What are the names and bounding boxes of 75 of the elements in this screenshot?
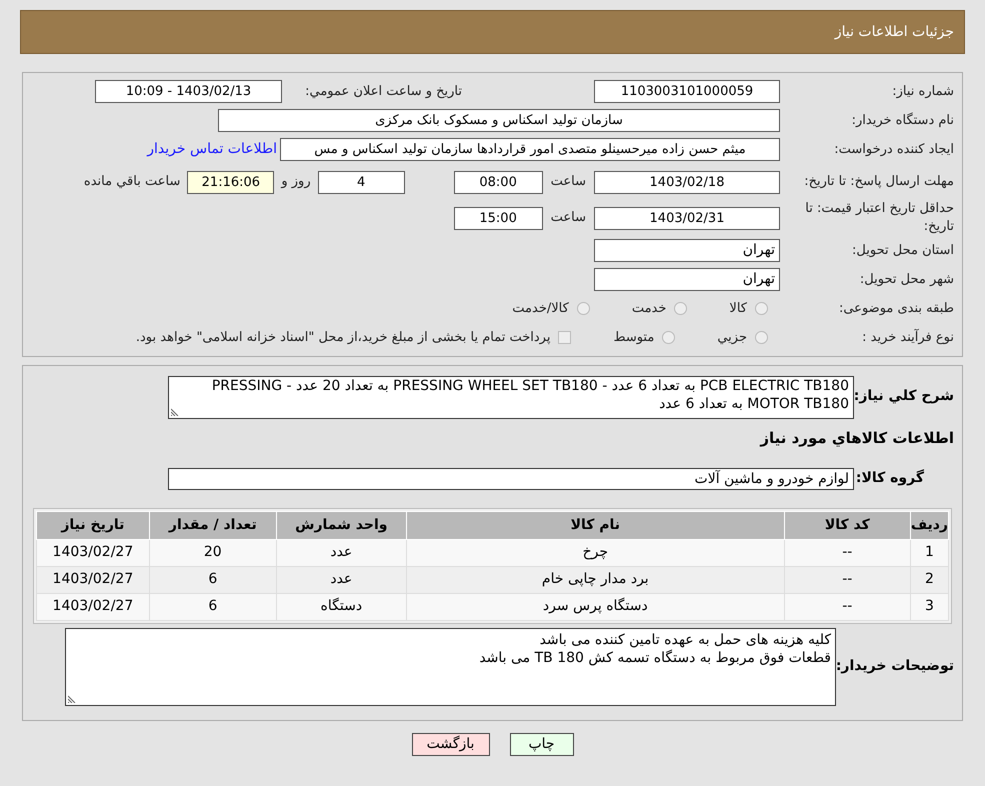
table-cell: 1403/02/27: [36, 566, 150, 593]
table-cell: 1403/02/27: [36, 593, 150, 620]
table-cell: --: [784, 539, 910, 566]
field-label: مهلت ارسال پاسخ: تا تاریخ:: [803, 173, 954, 191]
validity-date-field[interactable]: 1403/02/31: [594, 206, 780, 230]
field-label: نام دستگاه خریدار:: [850, 112, 954, 130]
resize-grip-icon[interactable]: [171, 408, 179, 416]
buyer-org-field[interactable]: سازمان تولید اسکناس و مسکوک بانک مرکزی: [218, 109, 780, 132]
table-cell: برد مدار چاپی خام: [406, 566, 784, 593]
field-label: ساعت باقي مانده: [84, 173, 180, 191]
summary-textarea[interactable]: PCB ELECTRIC TB180 به تعداد 6 عدد - PRESSING WHEEL SET TB180 به تعداد 20 عدد - PRESSING MOTOR TB180 به تعداد 6 عدد: [168, 376, 854, 419]
table-cell: عدد: [276, 539, 406, 566]
column-header: تعداد / مقدار: [149, 511, 276, 539]
field-label: جزيي: [717, 328, 747, 346]
table-cell: 3: [910, 593, 948, 620]
buyer-notes-label: توضیحات خریدار:: [836, 657, 954, 676]
table-cell: دستگاه: [276, 593, 406, 620]
field-label: كالا/خدمت: [512, 300, 569, 318]
radio-button[interactable]: [662, 331, 676, 344]
table-cell: 1: [910, 539, 948, 566]
table-cell: 2: [910, 566, 948, 593]
summary-label: شرح کلي نیاز:: [854, 387, 954, 406]
table-cell: 6: [149, 593, 276, 620]
table-cell: 1403/02/27: [36, 539, 150, 566]
table-cell: 6: [149, 566, 276, 593]
deadline-time-field[interactable]: 08:00: [454, 170, 543, 194]
goods-group-field[interactable]: لوازم خودرو و ماشین آلات: [168, 468, 854, 490]
table-cell: چرخ: [406, 539, 784, 566]
field-label: تاريخ و ساعت اعلان عمومي:: [304, 82, 462, 100]
days-field[interactable]: 4: [318, 170, 405, 194]
column-header: تاریخ نیاز: [36, 511, 150, 539]
field-label: ایجاد کننده درخواست:: [833, 140, 954, 158]
page-title: جزئیات اطلاعات نیاز: [834, 22, 954, 42]
remaining-time-field[interactable]: 21:16:06: [187, 170, 274, 194]
table-cell: --: [784, 566, 910, 593]
field-label: روز و: [281, 173, 311, 191]
buyer-contact-link[interactable]: اطلاعات تماس خریدار: [147, 139, 277, 160]
checkbox[interactable]: [558, 331, 572, 344]
table-cell: عدد: [276, 566, 406, 593]
table-cell: دستگاه پرس سرد: [406, 593, 784, 620]
goods-heading: اطلاعات کالاهاي مورد نیاز: [758, 428, 954, 449]
column-header: واحد شمارش: [276, 511, 406, 539]
deadline-date-field[interactable]: 1403/02/18: [594, 170, 780, 194]
radio-button[interactable]: [755, 302, 768, 315]
field-label: استان محل تحویل:: [851, 242, 954, 260]
back-button[interactable]: بازگشت: [412, 732, 490, 756]
announce-date-field[interactable]: 1403/02/13 - 10:09: [95, 80, 282, 103]
radio-button[interactable]: [755, 331, 768, 344]
field-label: متوسط: [613, 328, 654, 346]
column-header: کد کالا: [784, 511, 910, 539]
resize-grip-icon[interactable]: [68, 694, 76, 702]
need-number-field[interactable]: 1103003101000059: [594, 80, 780, 103]
field-label: طبقه بندی موضوعی:: [838, 300, 954, 318]
province-field[interactable]: تهران: [594, 239, 780, 262]
field-label: خدمت: [632, 300, 666, 318]
field-label: شهر محل تحویل:: [858, 270, 954, 288]
buyer-notes-textarea[interactable]: کلیه هزینه های حمل به عهده تامین کننده می باشد قطعات فوق مربوط به دستگاه تسمه کش TB 180 می باشد: [65, 628, 836, 706]
goods-group-label: گروه کالا:: [854, 468, 925, 488]
radio-button[interactable]: [576, 302, 590, 315]
column-header: نام کالا: [406, 511, 784, 539]
requester-field[interactable]: میثم حسن زاده میرحسینلو متصدی امور قراردادها سازمان تولید اسکناس و مس: [280, 138, 780, 161]
field-label: پرداخت تمام یا بخشی از مبلغ خرید،از محل "اسناد خزانه اسلامی" خواهد بود.: [136, 328, 550, 346]
field-label: كالا: [729, 300, 747, 318]
field-label: شماره نیاز:: [891, 82, 954, 100]
field-label: ساعت: [550, 173, 586, 191]
field-label: نوع فرآیند خرید :: [861, 328, 954, 346]
table-cell: 20: [149, 539, 276, 566]
table-cell: --: [784, 593, 910, 620]
field-label: حداقل تاریخ اعتبار قیمت: تا تاریخ:: [804, 200, 954, 236]
field-label: ساعت: [550, 209, 586, 227]
validity-time-field[interactable]: 15:00: [454, 206, 543, 230]
city-field[interactable]: تهران: [594, 268, 780, 291]
column-header: ردیف: [910, 511, 948, 539]
radio-button[interactable]: [674, 302, 688, 315]
print-button[interactable]: چاپ: [510, 732, 574, 756]
